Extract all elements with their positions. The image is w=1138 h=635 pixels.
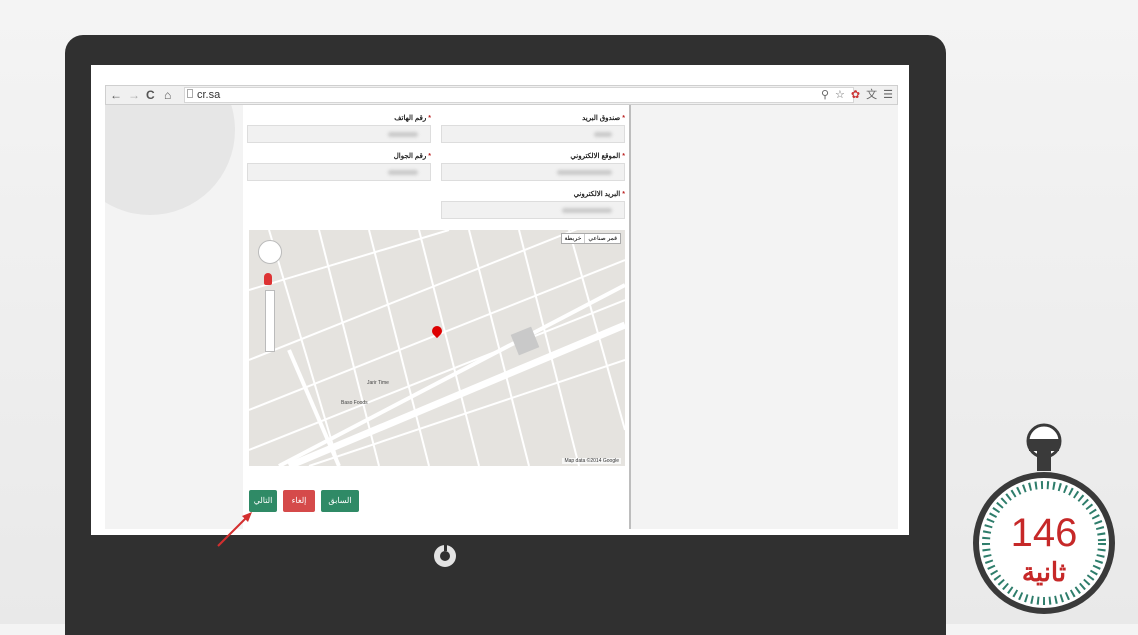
pan-control-icon[interactable] — [258, 240, 282, 264]
url-text: cr.sa — [197, 89, 221, 101]
pegman-icon[interactable] — [264, 273, 272, 285]
map-type-control[interactable]: خريطة قمر صناعي — [560, 233, 621, 244]
map-label: Baso Foods — [341, 400, 368, 406]
location-map[interactable]: خريطة قمر صناعي Jarir Time Baso Foods Ma… — [249, 230, 625, 466]
phone-input[interactable] — [247, 125, 431, 143]
timer-seconds: 146 — [1010, 511, 1078, 555]
field-label: صندوق البريد — [582, 115, 621, 122]
arrow-left-icon[interactable]: ← — [110, 88, 122, 103]
field-label: رقم الهاتف — [394, 115, 427, 122]
page-content: *صندوق البريد *رقم الهاتف *الموقع الالكت… — [105, 105, 898, 529]
background-decoration — [105, 105, 235, 215]
previous-button[interactable]: السابق — [321, 490, 359, 512]
star-icon[interactable]: ☆ — [835, 87, 845, 103]
map-label: Jarir Time — [367, 380, 389, 386]
form-panel: *صندوق البريد *رقم الهاتف *الموقع الالكت… — [243, 105, 631, 529]
field-email: *البريد الالكتروني — [441, 189, 625, 219]
map-type-satellite[interactable]: قمر صناعي — [584, 234, 620, 243]
home-icon[interactable]: ⌂ — [164, 88, 171, 103]
mobile-input[interactable] — [247, 163, 431, 181]
map-streets — [249, 230, 625, 466]
map-type-map[interactable]: خريطة — [562, 234, 585, 243]
website-input[interactable] — [441, 163, 625, 181]
translate-icon[interactable]: 文 — [866, 87, 877, 103]
timer-unit: ثانية — [1021, 557, 1067, 587]
pointer-arrow-icon — [217, 512, 252, 547]
field-label: الموقع الالكتروني — [570, 153, 621, 160]
browser-toolbar: ← → C ⌂ cr.sa ⚲ ☆ ✿ 文 ☰ — [105, 85, 898, 105]
field-website: *الموقع الالكتروني — [441, 151, 625, 181]
countdown-timer: 146 ثانية — [973, 423, 1133, 623]
arrow-right-icon[interactable]: → — [128, 88, 140, 103]
field-mobile: *رقم الجوال — [247, 151, 431, 181]
laptop-frame: ← → C ⌂ cr.sa ⚲ ☆ ✿ 文 ☰ *صندوق البريد *ر… — [65, 35, 946, 635]
field-phone: *رقم الهاتف — [247, 113, 431, 143]
menu-icon[interactable]: ☰ — [883, 87, 893, 103]
cancel-button[interactable]: إلغاء — [283, 490, 315, 512]
field-label: رقم الجوال — [393, 153, 427, 160]
email-input[interactable] — [441, 201, 625, 219]
laptop-logo-icon — [434, 544, 456, 567]
page-icon — [187, 89, 193, 98]
po-box-input[interactable] — [441, 125, 625, 143]
reload-icon[interactable]: C — [146, 88, 155, 103]
map-attribution: Map data ©2014 Google — [562, 458, 621, 464]
search-icon[interactable]: ⚲ — [821, 87, 829, 103]
zoom-control[interactable] — [265, 290, 275, 352]
field-po-box: *صندوق البريد — [441, 113, 625, 143]
field-label: البريد الالكتروني — [573, 191, 621, 198]
extension-icon[interactable]: ✿ — [851, 87, 860, 103]
laptop-screen: ← → C ⌂ cr.sa ⚲ ☆ ✿ 文 ☰ *صندوق البريد *ر… — [91, 65, 909, 535]
address-bar[interactable]: cr.sa — [184, 87, 854, 103]
